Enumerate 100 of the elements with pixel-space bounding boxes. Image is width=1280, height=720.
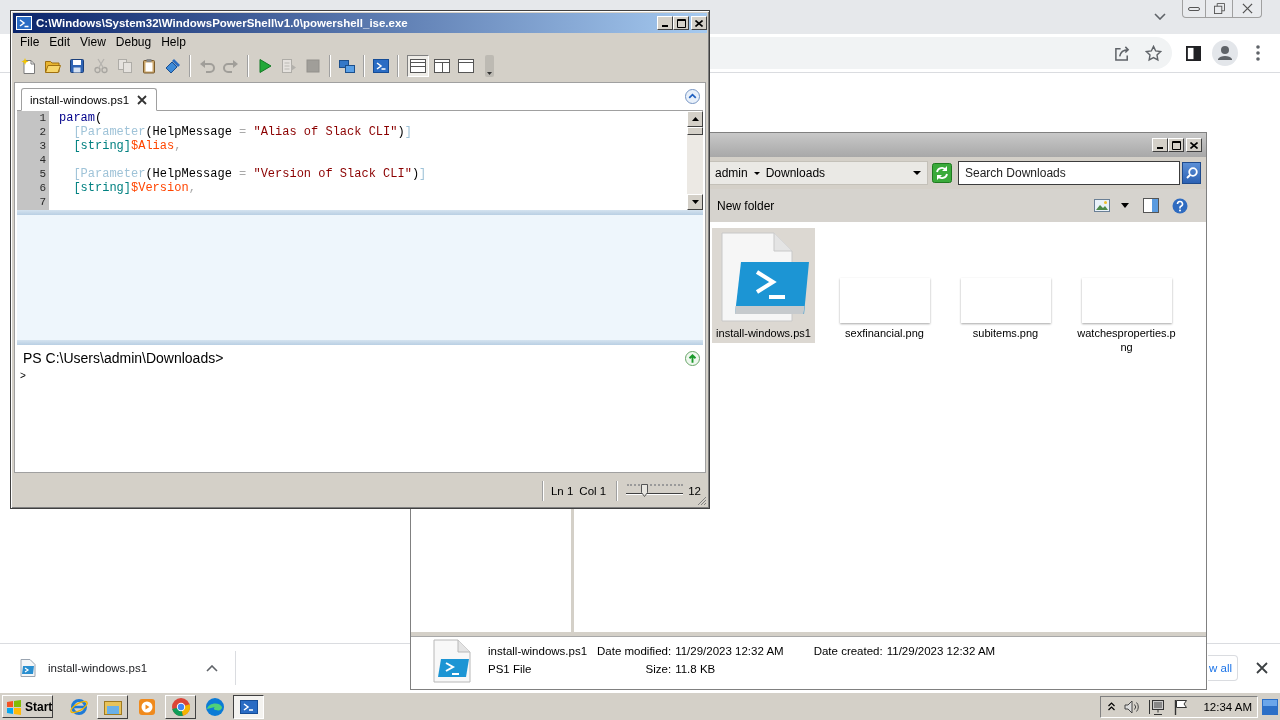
chevron-up-icon[interactable] — [1108, 702, 1116, 711]
script-file-icon — [718, 232, 809, 322]
close-icon — [1241, 3, 1253, 14]
close-icon — [1190, 141, 1198, 149]
line-number: 5 — [39, 168, 46, 180]
menu-item[interactable]: File — [15, 34, 45, 50]
line-number: 6 — [39, 182, 46, 194]
restore-icon — [1213, 3, 1225, 14]
flag-icon[interactable] — [1174, 698, 1189, 715]
script-tab[interactable]: install-windows.ps1 — [21, 88, 158, 111]
chevron-up-circle-icon[interactable] — [685, 89, 700, 104]
close-button[interactable] — [691, 16, 707, 30]
avatar-icon[interactable] — [1212, 40, 1238, 66]
search-icon — [1185, 167, 1198, 179]
file-name: install-windows.ps1 — [488, 644, 588, 659]
preview-pane-icon[interactable] — [1143, 198, 1159, 213]
scroll-up-button[interactable] — [687, 111, 703, 127]
column-indicator: Col 1 — [579, 485, 607, 497]
caret-up-icon[interactable] — [206, 664, 218, 672]
script-file-icon — [20, 659, 36, 677]
refresh-icon[interactable] — [932, 163, 952, 183]
explorer-item[interactable]: subitems.png — [954, 228, 1057, 343]
explorer-item[interactable]: watchesproperties.png — [1075, 228, 1178, 357]
help-icon[interactable] — [1172, 197, 1188, 214]
scroll-down-button[interactable] — [687, 194, 703, 210]
new-file-icon[interactable] — [21, 57, 37, 74]
code-line: [Parameter(HelpMessage = "Version of Slack CLI")] — [72, 167, 427, 181]
menu-item[interactable]: Debug — [110, 34, 157, 50]
window-title: C:\Windows\System32\WindowsPowerShell\v1.0\powershell_ise.exe — [36, 17, 408, 29]
eraser-icon[interactable] — [165, 57, 181, 74]
powershell-icon[interactable] — [373, 57, 389, 74]
media-player-icon — [136, 696, 157, 717]
minimize-icon — [662, 24, 668, 27]
clipboard-icon[interactable] — [141, 57, 157, 74]
wave-browser-icon — [204, 696, 225, 717]
caret-down-icon[interactable] — [753, 171, 760, 175]
show-all-button[interactable]: w all — [1208, 655, 1238, 681]
maximize-icon — [1171, 140, 1181, 150]
download-item[interactable]: install-windows.ps1 — [0, 650, 198, 686]
maximize-button[interactable] — [1168, 138, 1184, 152]
address-field[interactable] — [709, 37, 1172, 69]
taskbar-button[interactable] — [233, 694, 264, 719]
file-type: PS1 File — [488, 662, 532, 677]
breadcrumb-item[interactable]: Downloads — [765, 166, 826, 180]
speaker-icon[interactable] — [1124, 699, 1141, 714]
minimize-icon — [1188, 6, 1200, 11]
start-button[interactable]: Start — [2, 695, 53, 718]
network-icon[interactable] — [1149, 698, 1165, 715]
close-icon[interactable] — [137, 94, 148, 105]
new-folder-button[interactable]: New folder — [713, 195, 779, 216]
code-line: [Parameter(HelpMessage = "Alias of Slack CLI")] — [72, 125, 412, 139]
minimize-icon — [1157, 146, 1163, 149]
caret-down-icon[interactable] — [1121, 203, 1129, 208]
detail-label: Date created: — [813, 644, 883, 659]
prompt-text: PS C:\Users\admin\Downloads> — [23, 350, 224, 366]
explorer-item[interactable]: install-windows.ps1 — [712, 228, 815, 343]
side-panel-icon[interactable] — [1186, 45, 1201, 61]
monitors-icon[interactable] — [339, 57, 355, 74]
maximize-button[interactable] — [673, 16, 689, 30]
star-icon[interactable] — [1145, 44, 1162, 62]
scroll-thumb[interactable] — [687, 127, 703, 135]
play-icon[interactable] — [257, 57, 273, 74]
detail-label: Date modified: — [597, 644, 672, 659]
explorer-item[interactable]: sexfinancial.png — [833, 228, 936, 343]
breadcrumb-item[interactable]: admin — [715, 166, 748, 180]
script-file-icon — [433, 639, 471, 683]
input-prompt: > — [20, 370, 26, 381]
line-number: 3 — [39, 140, 46, 152]
picture-icon[interactable] — [1094, 199, 1110, 212]
save-icon[interactable] — [69, 57, 85, 74]
triangle-up-icon — [691, 117, 699, 121]
layout-button[interactable] — [407, 54, 429, 77]
pane-maximized-layout-icon — [458, 58, 474, 73]
close-icon[interactable] — [1256, 662, 1268, 674]
search-field[interactable]: Search Downloads — [958, 161, 1180, 185]
menu-item[interactable]: Edit — [44, 34, 76, 50]
close-button[interactable] — [1186, 138, 1202, 152]
pane-top-layout-icon — [410, 58, 426, 73]
powershell-icon — [16, 16, 32, 30]
search-button[interactable] — [1182, 162, 1201, 184]
share-icon[interactable] — [1114, 44, 1131, 62]
slider-thumb[interactable] — [640, 484, 648, 497]
menu-icon[interactable] — [1256, 45, 1260, 61]
toolbar-overflow-icon[interactable] — [485, 54, 494, 77]
triangle-down-icon — [691, 200, 699, 204]
menu-item[interactable]: Help — [156, 34, 191, 50]
line-number: 2 — [39, 126, 46, 138]
resize-grip-icon[interactable] — [697, 496, 707, 506]
show-desktop-icon[interactable] — [1262, 698, 1278, 715]
maximize-icon — [676, 18, 686, 28]
menu-item[interactable]: View — [75, 34, 111, 50]
detail-value: 11/29/2023 12:32 AM — [886, 644, 996, 659]
caret-down-icon[interactable] — [913, 171, 921, 175]
clock[interactable]: 12:34 AM — [1203, 700, 1252, 713]
scrollbar[interactable] — [687, 111, 703, 210]
round-browser-icon — [170, 696, 191, 717]
zoom-level: 12 — [688, 485, 701, 497]
windows-logo-icon — [6, 698, 22, 715]
address-field[interactable]: admin Downloads — [709, 161, 928, 185]
arrow-up-circle-icon[interactable] — [685, 350, 700, 366]
